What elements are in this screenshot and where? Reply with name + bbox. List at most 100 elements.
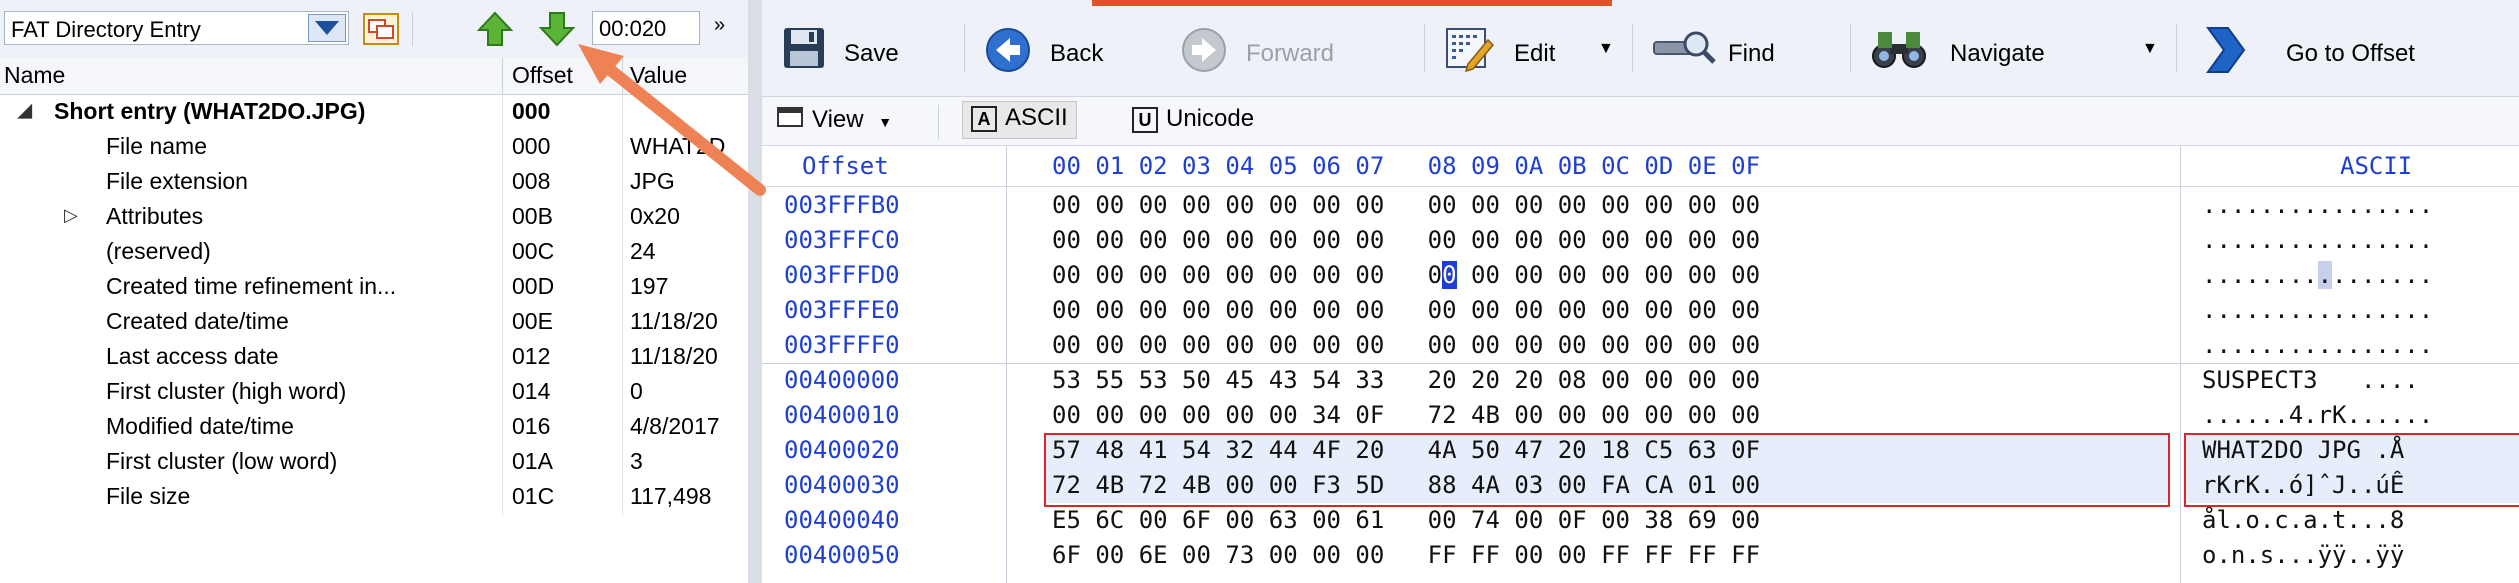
field-value[interactable]: 3 [630,448,748,475]
hex-row-bytes[interactable]: E5 6C 00 6F 00 63 00 61 00 74 00 0F 00 3… [1052,506,1760,534]
field-value[interactable]: 0x20 [630,203,748,230]
field-name: File extension [106,168,248,194]
field-value[interactable]: 0 [630,378,748,405]
hex-row-offset: 00400000 [784,366,900,394]
expand-icon[interactable]: ▷ [64,205,78,226]
hex-row[interactable]: 003FFFC0 00 00 00 00 00 00 00 00 00 00 00… [762,223,2519,258]
toolbar-separator [2176,24,2177,72]
column-divider[interactable] [502,58,503,94]
template-row[interactable]: Created time refinement in... 00D 197 [0,269,748,304]
hex-row-ascii[interactable]: ................ [2202,296,2433,324]
hex-row-ascii[interactable]: ................ [2202,226,2433,254]
hex-row-ascii[interactable]: ål.o.c.a.t...8 [2202,506,2404,534]
pane-splitter[interactable] [748,0,762,583]
template-row[interactable]: First cluster (high word) 014 0 [0,374,748,409]
hex-row-bytes[interactable]: 00 00 00 00 00 00 00 00 00 00 00 00 00 0… [1052,261,1760,289]
back-button[interactable]: Back [984,18,1154,78]
save-label: Save [844,40,899,67]
chevron-down-icon[interactable]: ▼ [2142,40,2158,58]
template-row[interactable]: (reserved) 00C 24 [0,234,748,269]
arrow-up-icon[interactable] [474,10,516,48]
window-icon [776,105,804,136]
unicode-icon: U [1132,106,1158,133]
ascii-toggle-button[interactable]: A ASCII [962,101,1077,139]
template-row[interactable]: Modified date/time 016 4/8/2017 [0,409,748,444]
sector-boundary-line [762,363,2519,364]
template-row[interactable]: First cluster (low word) 01A 3 [0,444,748,479]
caret-byte[interactable]: 0 [1442,261,1457,289]
hex-row-ascii[interactable]: ......4.rK...... [2202,401,2433,429]
hex-row-ascii[interactable]: ................ [2202,191,2433,219]
navigate-button[interactable]: Navigate [1870,18,2110,78]
hex-row-ascii[interactable]: ................ [2202,261,2433,289]
arrow-left-circle-icon [984,26,1032,81]
column-header-value[interactable]: Value [630,62,687,89]
template-select[interactable]: FAT Directory Entry [4,11,349,45]
view-menu-button[interactable]: View ▼ [776,105,892,137]
edit-button[interactable]: Edit [1444,18,1624,78]
hex-row-bytes[interactable]: 53 55 53 50 45 43 54 33 20 20 20 08 00 0… [1052,366,1760,394]
hex-row[interactable]: 00400040 E5 6C 00 6F 00 63 00 61 00 74 00… [762,503,2519,538]
find-button[interactable]: Find [1652,18,1822,78]
hex-row-bytes[interactable]: 00 00 00 00 00 00 00 00 00 00 00 00 00 0… [1052,226,1760,254]
field-value[interactable]: JPG [630,168,748,195]
column-header-offset[interactable]: Offset [512,62,573,89]
hex-row[interactable]: 003FFFD0 00 00 00 00 00 00 00 00 00 00 00… [762,258,2519,293]
template-row[interactable]: File name 000 WHAT2D [0,129,748,164]
field-value[interactable]: 11/18/20 [630,308,748,335]
field-value[interactable]: 4/8/2017 [630,413,748,440]
unicode-toggle-button[interactable]: U Unicode [1132,105,1254,137]
chevron-down-icon[interactable] [308,14,346,42]
field-value[interactable]: WHAT2D [630,133,748,160]
forward-button[interactable]: Forward [1180,18,1380,78]
hex-row[interactable]: 00400000 53 55 53 50 45 43 54 33 20 20 20… [762,363,2519,398]
field-value[interactable]: 117,498 [630,483,748,510]
hex-row-ascii[interactable]: ................ [2202,331,2433,359]
chevron-down-icon[interactable]: ▼ [1598,40,1614,58]
template-grid-header: Name Offset Value [0,58,748,95]
hex-row-bytes[interactable]: 6F 00 6E 00 73 00 00 00 FF FF 00 00 FF F… [1052,541,1760,569]
template-row[interactable]: ▷ Attributes 00B 0x20 [0,199,748,234]
template-row[interactable]: File size 01C 117,498 [0,479,748,514]
hex-row[interactable]: 00400050 6F 00 6E 00 73 00 00 00 FF FF 00… [762,538,2519,573]
column-divider[interactable] [622,58,623,94]
hex-row[interactable]: 00400010 00 00 00 00 00 00 34 0F 72 4B 00… [762,398,2519,433]
overflow-icon[interactable]: » [714,14,725,37]
column-header-name[interactable]: Name [4,62,65,89]
field-offset: 01C [512,483,555,509]
template-row[interactable]: ◢ Short entry (WHAT2DO.JPG) 000 [0,94,748,129]
hex-row-bytes[interactable]: 00 00 00 00 00 00 00 00 00 00 00 00 00 0… [1052,331,1760,359]
go-to-offset-button[interactable]: Go to Offset [2202,18,2502,78]
template-toolbar: FAT Directory Entry 00:020 » [0,0,748,59]
template-row[interactable]: File extension 008 JPG [0,164,748,199]
hex-row[interactable]: 003FFFE0 00 00 00 00 00 00 00 00 00 00 00… [762,293,2519,328]
hex-row-bytes[interactable]: 00 00 00 00 00 00 34 0F 72 4B 00 00 00 0… [1052,401,1760,429]
hex-row-offset: 003FFFC0 [784,226,900,254]
hex-row[interactable]: 003FFFB0 00 00 00 00 00 00 00 00 00 00 00… [762,188,2519,223]
field-name: Last access date [106,343,279,369]
save-button[interactable]: Save [782,18,932,78]
field-name: Short entry (WHAT2DO.JPG) [54,98,366,124]
field-offset: 016 [512,413,551,439]
layout-toggle-icon[interactable] [360,10,402,48]
hex-row-ascii[interactable]: o.n.s...ÿÿ..ÿÿ [2202,541,2404,569]
template-row[interactable]: Created date/time 00E 11/18/20 [0,304,748,339]
address-field[interactable]: 00:020 [592,11,700,45]
hex-row-ascii[interactable]: SUSPECT3 .... [2202,366,2419,394]
caret-char[interactable]: . [2317,261,2333,289]
view-label: View [812,105,864,133]
hex-row-bytes[interactable]: 00 00 00 00 00 00 00 00 00 00 00 00 00 0… [1052,296,1760,324]
hex-row-bytes[interactable]: 00 00 00 00 00 00 00 00 00 00 00 00 00 0… [1052,191,1760,219]
field-value[interactable]: 11/18/20 [630,343,748,370]
hex-row[interactable]: 003FFFF0 00 00 00 00 00 00 00 00 00 00 00… [762,328,2519,363]
navigate-label: Navigate [1950,40,2045,67]
field-value[interactable]: 197 [630,273,748,300]
chevron-down-icon: ▼ [878,113,893,130]
field-value[interactable]: 24 [630,238,748,265]
template-row[interactable]: Last access date 012 11/18/20 [0,339,748,374]
hex-header-offset: Offset [802,152,889,180]
arrow-down-icon[interactable] [536,10,578,48]
hex-view-toolbar: View ▼ A ASCII U Unicode [762,97,2519,146]
collapse-icon[interactable]: ◢ [18,100,32,121]
field-name: File name [106,133,207,159]
